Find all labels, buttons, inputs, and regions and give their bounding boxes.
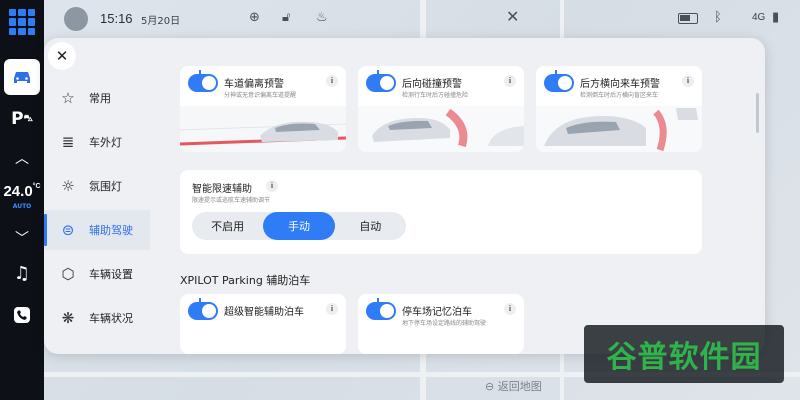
app-grid-icon[interactable] (9, 9, 35, 35)
rear-collision-toggle[interactable] (366, 74, 396, 92)
nav-item-driver-assist[interactable]: ⊜ 辅助驾驶 (44, 210, 150, 250)
star-icon: ☆ (61, 89, 75, 107)
settings-panel: ✕ ☆ 常用 ≣ 车外灯 ☼ 氛围灯 ⊜ 辅助驾驶 ⬡ 车辆设置 ❋ 车辆状况 (44, 38, 765, 354)
unlock-icon[interactable]: 🔓︎ (282, 10, 290, 25)
temperature-display[interactable]: 24.0°C (0, 183, 44, 200)
info-icon[interactable]: i (682, 75, 694, 87)
memory-parking-toggle[interactable] (366, 302, 396, 320)
wheel-icon: ❋ (61, 309, 75, 327)
chevron-down-icon[interactable]: ﹀ (4, 220, 40, 256)
memory-parking-card: 停车场记忆泊车 地下停车场设定路线的辅助驾驶 i (358, 294, 524, 354)
avatar[interactable] (64, 7, 88, 31)
signal-icon: ▮ (772, 10, 780, 25)
car-icon[interactable] (4, 59, 40, 95)
sun-icon: ☼ (61, 177, 75, 195)
clock-time: 15:16 (100, 11, 133, 26)
lane-departure-card: 车道偏离预警 分神或无意识偏离车道提醒 i (180, 66, 346, 152)
lane-departure-illustration (180, 106, 346, 152)
headlight-icon: ≣ (61, 133, 75, 151)
climate-mode: AUTO (12, 203, 32, 210)
super-parking-card: 超级智能辅助泊车 i (180, 294, 346, 354)
network-indicator: 4G (752, 12, 766, 23)
back-to-map-link[interactable]: ⊖ 返回地图 (485, 378, 542, 394)
nav-item-vehicle-settings[interactable]: ⬡ 车辆设置 (44, 254, 150, 294)
info-icon[interactable]: i (504, 75, 516, 87)
status-bar: 15:16 5月20日 ⊕ 🔓︎ ♨︎ ✕ ᛒ 4G ▮ (44, 0, 800, 38)
speed-limit-title: 智能限速辅助 (192, 184, 252, 195)
clock-date: 5月20日 (141, 16, 181, 27)
xpeng-logo-icon: ✕ (506, 7, 520, 26)
cross-traffic-toggle[interactable] (544, 74, 574, 92)
speed-limit-segmented-control: 不启用 手动 自动 (192, 212, 406, 240)
settings-content: 车道偏离预警 分神或无意识偏离车道提醒 i 后向碰撞预警 检测行车时后方碰撞危险… (160, 38, 765, 354)
cross-traffic-illustration (536, 106, 702, 152)
battery-icon (678, 13, 698, 24)
phone-icon[interactable] (4, 297, 40, 333)
info-icon[interactable]: i (326, 75, 338, 87)
back-arrow-icon: ⊖ (485, 380, 498, 393)
info-icon[interactable]: i (266, 180, 278, 192)
rear-collision-card: 后向碰撞预警 检测行车时后方碰撞危险 i (358, 66, 524, 152)
option-auto[interactable]: 自动 (335, 212, 406, 240)
settings-nav: ✕ ☆ 常用 ≣ 车外灯 ☼ 氛围灯 ⊜ 辅助驾驶 ⬡ 车辆设置 ❋ 车辆状况 (44, 38, 150, 354)
bluetooth-icon: ᛒ (714, 10, 722, 25)
parking-section-heading: XPILOT Parking 辅助泊车 (180, 274, 311, 287)
nav-item-common[interactable]: ☆ 常用 (44, 78, 150, 118)
close-icon: ✕ (55, 47, 69, 65)
super-parking-toggle[interactable] (188, 302, 218, 320)
close-button[interactable]: ✕ (48, 42, 76, 70)
speed-limit-subtitle: 限速提示或巡航车速辅助调节 (192, 197, 271, 204)
option-manual[interactable]: 手动 (263, 212, 335, 240)
nav-item-exterior-lights[interactable]: ≣ 车外灯 (44, 122, 150, 162)
chevron-up-icon[interactable]: ︿ (4, 140, 40, 176)
defrost-icon[interactable]: ♨︎ (316, 10, 328, 25)
option-disabled[interactable]: 不启用 (192, 212, 263, 240)
driver-assist-icon: ⊜ (61, 221, 75, 239)
hexagon-gear-icon: ⬡ (61, 265, 75, 283)
scrollbar[interactable] (756, 93, 759, 133)
lane-departure-toggle[interactable] (188, 74, 218, 92)
tire-pressure-icon: ⊕ (249, 10, 260, 25)
music-icon[interactable]: ♫ (4, 255, 40, 291)
watermark: 谷普软件园 (584, 325, 784, 383)
nav-item-ambient-lights[interactable]: ☼ 氛围灯 (44, 166, 150, 206)
left-dock: P ⛍︎ ︿ 24.0°C AUTO ﹀ ♫ (0, 0, 44, 400)
info-icon[interactable]: i (326, 303, 338, 315)
rear-collision-illustration (358, 106, 524, 152)
info-icon[interactable]: i (504, 303, 516, 315)
cross-traffic-card: 后方横向来车预警 检测倒车时后方横向盲区来车 i (536, 66, 702, 152)
parking-icon[interactable]: P ⛍︎ (4, 101, 40, 137)
speed-limit-section: 智能限速辅助 i 限速提示或巡航车速辅助调节 不启用 手动 自动 (180, 170, 702, 254)
nav-item-vehicle-status[interactable]: ❋ 车辆状况 (44, 298, 150, 338)
